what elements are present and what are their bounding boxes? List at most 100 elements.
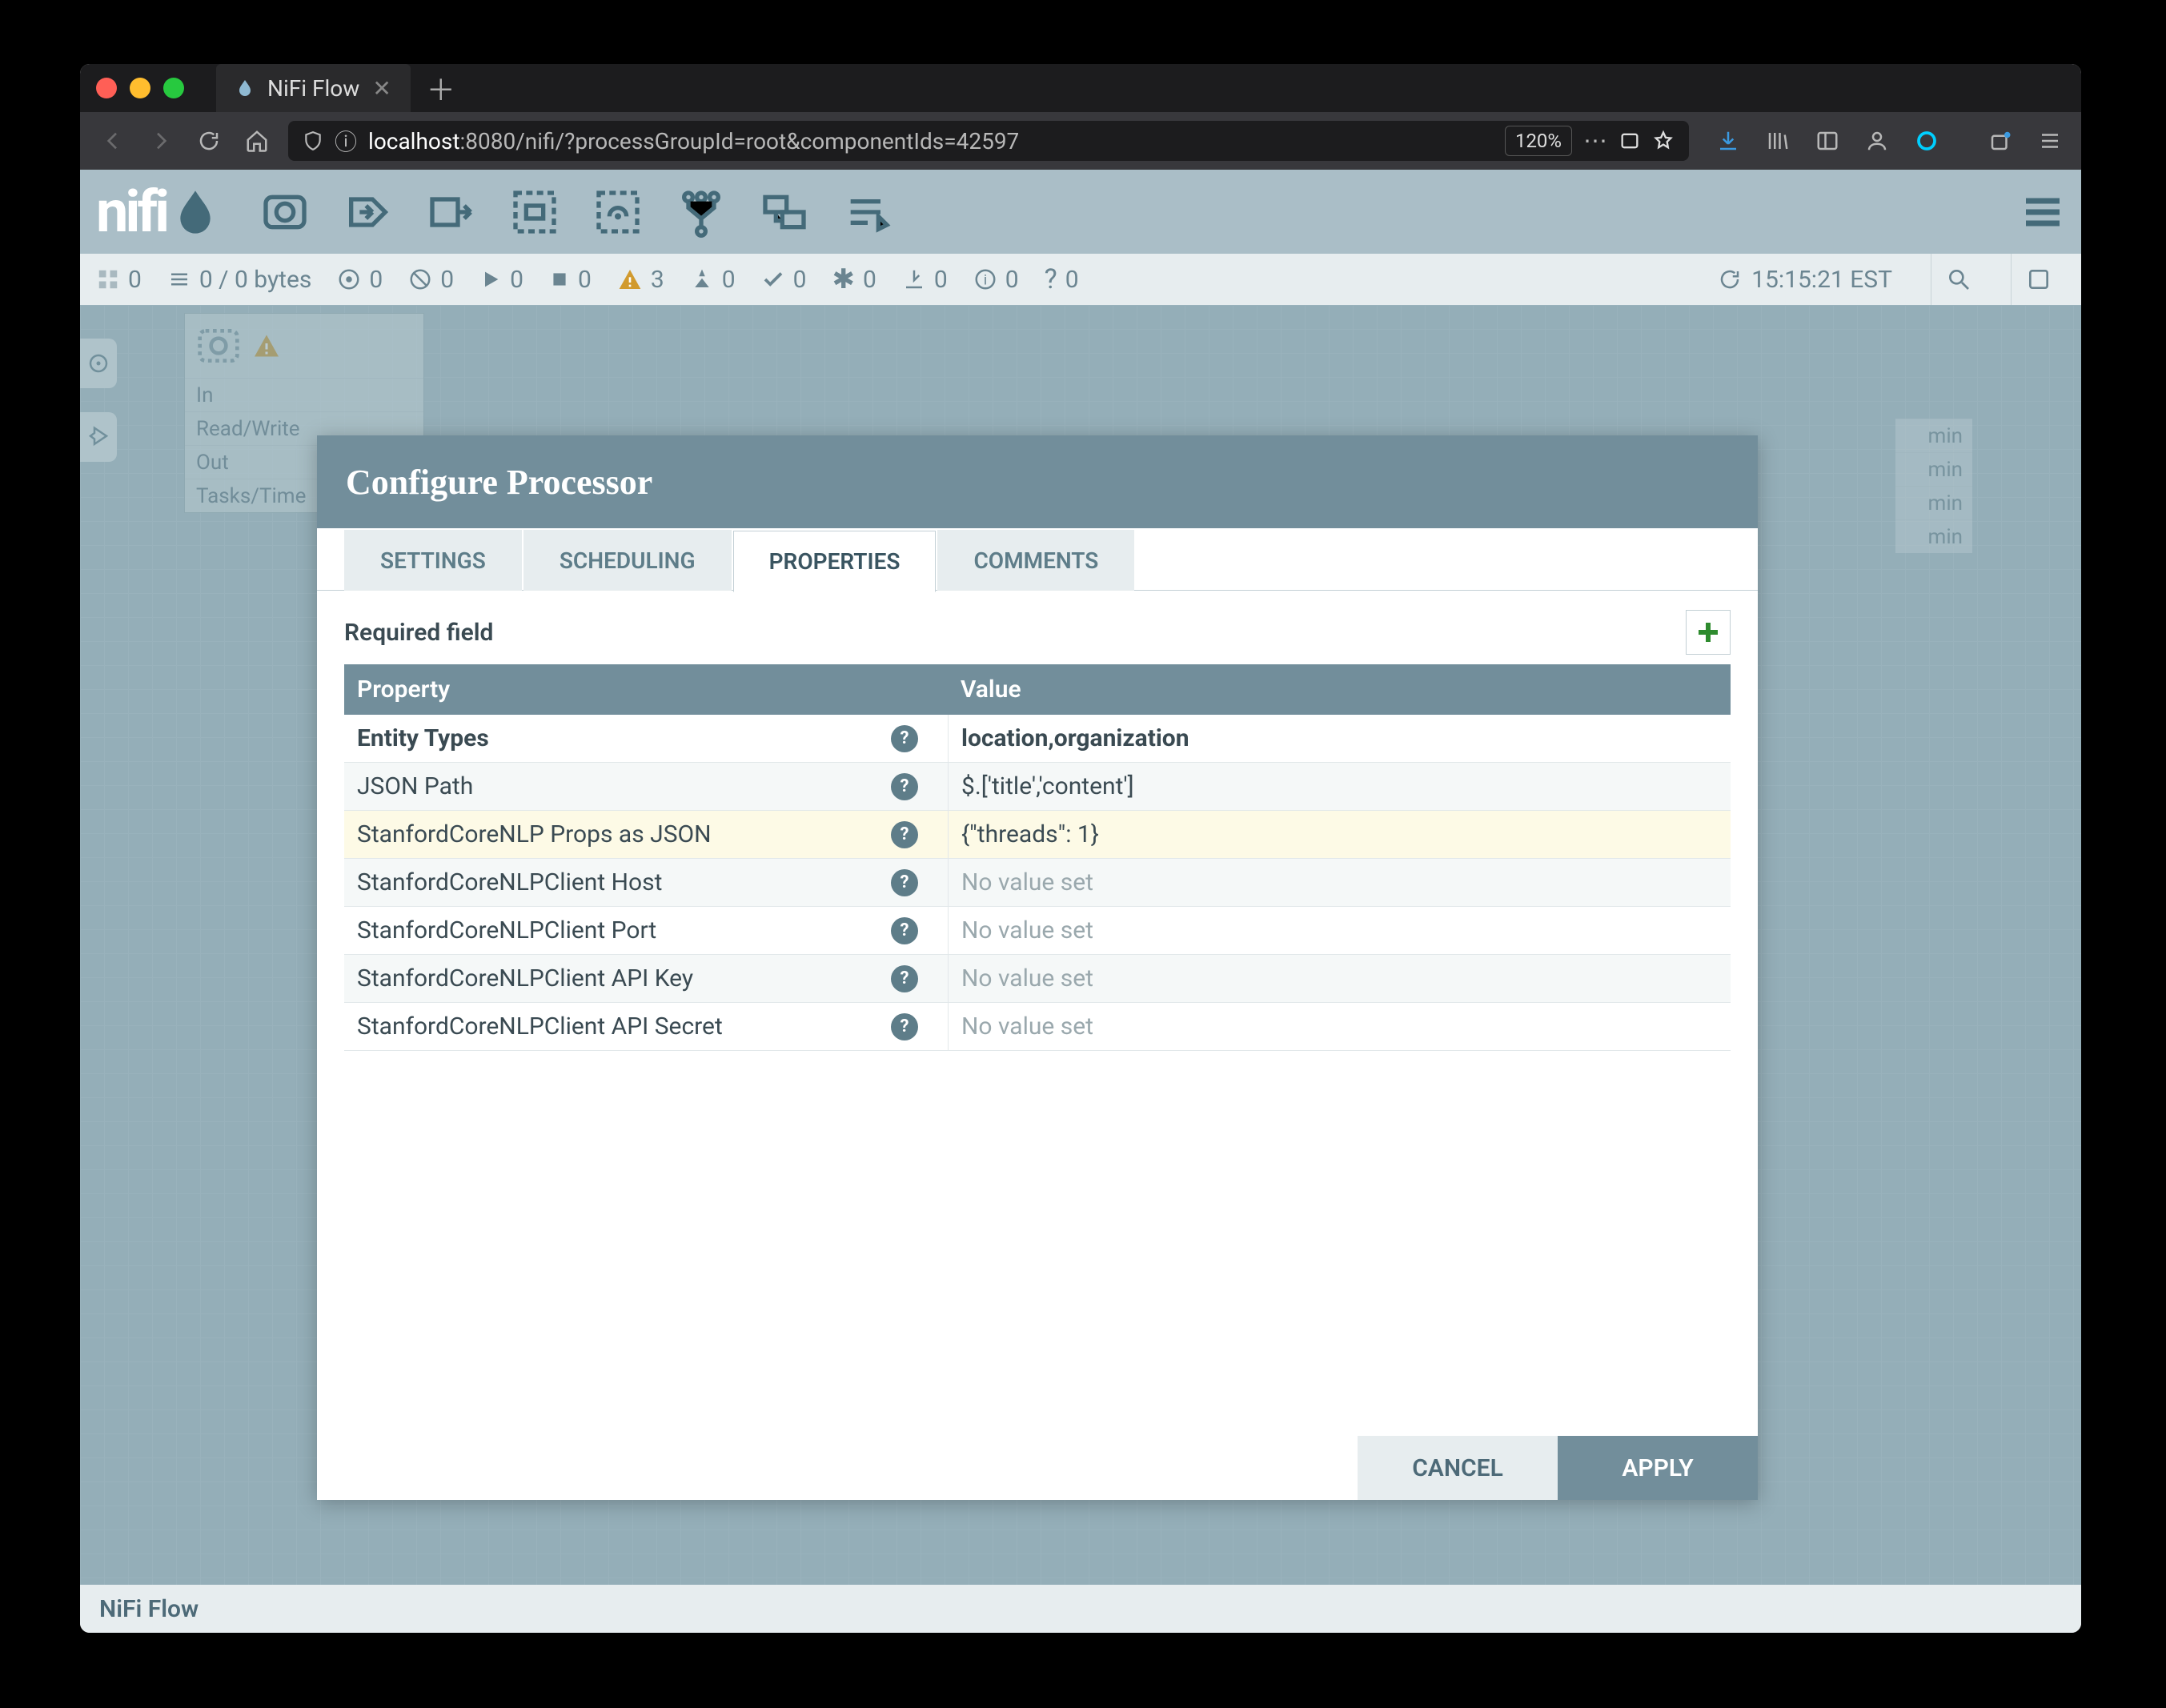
component-toolbar: [259, 186, 893, 238]
stat-not-transmitting: 0: [408, 266, 454, 294]
label-tool-icon[interactable]: [842, 186, 893, 238]
help-icon[interactable]: ?: [861, 725, 948, 752]
extensions-icon[interactable]: [1985, 126, 2016, 156]
cancel-button[interactable]: CANCEL: [1358, 1436, 1558, 1500]
tab-comments[interactable]: COMMENTS: [937, 530, 1134, 591]
stat-disabled: 0: [690, 266, 736, 294]
help-icon[interactable]: ?: [861, 965, 948, 992]
browser-tab[interactable]: NiFi Flow ✕: [216, 64, 411, 112]
help-icon[interactable]: ?: [861, 1013, 948, 1040]
shield-icon: [303, 130, 323, 151]
property-row[interactable]: StanfordCoreNLPClient Port?No value set: [344, 907, 1731, 955]
property-row[interactable]: StanfordCoreNLPClient API Key?No value s…: [344, 955, 1731, 1003]
properties-table-header: Property Value: [344, 664, 1731, 715]
droplet-icon: [170, 186, 221, 238]
breadcrumb[interactable]: NiFi Flow: [80, 1585, 2081, 1633]
browser-window: NiFi Flow ✕ ＋ ⓘ localhost:8080/nifi/?pro…: [80, 64, 2081, 1633]
property-value[interactable]: {"threads": 1}: [948, 811, 1586, 858]
reload-button[interactable]: [192, 124, 226, 158]
property-name: StanfordCoreNLP Props as JSON: [344, 811, 861, 858]
col-property: Property: [344, 664, 948, 715]
bulletin-button[interactable]: [2011, 254, 2065, 305]
back-button[interactable]: [96, 124, 130, 158]
canvas[interactable]: In Read/Write Out Tasks/Time min min min…: [80, 305, 2081, 1585]
property-row[interactable]: JSON Path?$.['title','content']: [344, 763, 1731, 811]
svg-text:i: i: [984, 272, 987, 288]
property-name: JSON Path: [344, 763, 861, 810]
tab-scheduling[interactable]: SCHEDULING: [523, 530, 732, 591]
new-tab-button[interactable]: ＋: [427, 67, 455, 109]
bookmark-star-icon[interactable]: [1652, 130, 1675, 152]
window-close-button[interactable]: [96, 78, 117, 98]
window-titlebar: NiFi Flow ✕ ＋: [80, 64, 2081, 112]
template-tool-icon[interactable]: [759, 186, 810, 238]
zoom-indicator[interactable]: 120%: [1505, 126, 1572, 156]
nifi-logo: nifi: [96, 178, 221, 246]
process-group-tool-icon[interactable]: [509, 186, 560, 238]
required-field-label: Required field: [344, 619, 493, 647]
funnel-tool-icon[interactable]: [676, 186, 727, 238]
property-value[interactable]: No value set: [948, 1003, 1586, 1050]
toolbar-right-icons: [1713, 126, 2065, 156]
help-icon[interactable]: ?: [861, 773, 948, 800]
apply-button[interactable]: APPLY: [1558, 1436, 1758, 1500]
help-icon[interactable]: ?: [861, 917, 948, 944]
address-bar[interactable]: ⓘ localhost:8080/nifi/?processGroupId=ro…: [288, 121, 1689, 161]
property-name: StanfordCoreNLPClient Host: [344, 859, 861, 906]
property-name: StanfordCoreNLPClient Port: [344, 907, 861, 954]
stat-stale: 0: [902, 266, 948, 294]
sidebar-icon[interactable]: [1812, 126, 1843, 156]
property-name: StanfordCoreNLPClient API Key: [344, 955, 861, 1002]
traffic-lights: [96, 78, 184, 98]
window-minimize-button[interactable]: [130, 78, 150, 98]
dialog-footer: CANCEL APPLY: [317, 1436, 1758, 1500]
browser-toolbar: ⓘ localhost:8080/nifi/?processGroupId=ro…: [80, 112, 2081, 170]
status-bar: 0 0 / 0 bytes 0 0 0 0 3 0 0 ✱0 0 i0 ?0 1…: [80, 254, 2081, 305]
nifi-drop-icon: [235, 78, 255, 98]
nifi-header: nifi: [80, 170, 2081, 254]
remote-group-tool-icon[interactable]: [592, 186, 644, 238]
ellipsis-icon[interactable]: ⋯: [1583, 127, 1607, 155]
search-button[interactable]: [1931, 254, 1985, 305]
output-port-tool-icon[interactable]: [426, 186, 477, 238]
close-icon[interactable]: ✕: [372, 75, 391, 102]
add-property-button[interactable]: [1686, 610, 1731, 655]
stat-transmitting: 0: [337, 266, 383, 294]
url-text: localhost:8080/nifi/?processGroupId=root…: [368, 128, 1494, 154]
input-port-tool-icon[interactable]: [343, 186, 394, 238]
stat-uptodate: 0: [761, 266, 807, 294]
tab-settings[interactable]: SETTINGS: [344, 530, 522, 591]
info-icon: ⓘ: [335, 125, 357, 157]
property-row[interactable]: StanfordCoreNLPClient API Secret?No valu…: [344, 1003, 1731, 1051]
ring-icon[interactable]: [1911, 126, 1942, 156]
library-icon[interactable]: [1763, 126, 1793, 156]
stat-unknown: ?0: [1045, 263, 1079, 295]
property-value[interactable]: No value set: [948, 859, 1586, 906]
dialog-tabs: SETTINGS SCHEDULING PROPERTIES COMMENTS: [317, 528, 1758, 591]
help-icon[interactable]: ?: [861, 869, 948, 896]
global-menu-icon[interactable]: [2020, 190, 2065, 235]
property-value[interactable]: location,organization: [948, 715, 1586, 762]
help-icon[interactable]: ?: [861, 821, 948, 848]
stat-refresh[interactable]: 15:15:21 EST: [1718, 266, 1892, 294]
property-row[interactable]: StanfordCoreNLP Props as JSON?{"threads"…: [344, 811, 1731, 859]
tab-properties[interactable]: PROPERTIES: [733, 531, 937, 592]
app-menu-icon[interactable]: [2035, 126, 2065, 156]
account-icon[interactable]: [1862, 126, 1892, 156]
nifi-app: nifi 0 0 / 0 bytes 0: [80, 170, 2081, 1633]
property-value[interactable]: No value set: [948, 955, 1586, 1002]
property-value[interactable]: $.['title','content']: [948, 763, 1586, 810]
reader-icon[interactable]: [1618, 130, 1641, 152]
stat-queued: 0 / 0 bytes: [167, 266, 312, 294]
property-row[interactable]: Entity Types?location,organization: [344, 715, 1731, 763]
stat-components: 0: [96, 266, 142, 294]
processor-tool-icon[interactable]: [259, 186, 311, 238]
home-button[interactable]: [240, 124, 274, 158]
dialog-title: Configure Processor: [317, 435, 1758, 528]
download-icon[interactable]: [1713, 126, 1743, 156]
window-zoom-button[interactable]: [163, 78, 184, 98]
property-value[interactable]: No value set: [948, 907, 1586, 954]
forward-button[interactable]: [144, 124, 178, 158]
property-row[interactable]: StanfordCoreNLPClient Host?No value set: [344, 859, 1731, 907]
stat-invalid: 3: [617, 266, 664, 294]
